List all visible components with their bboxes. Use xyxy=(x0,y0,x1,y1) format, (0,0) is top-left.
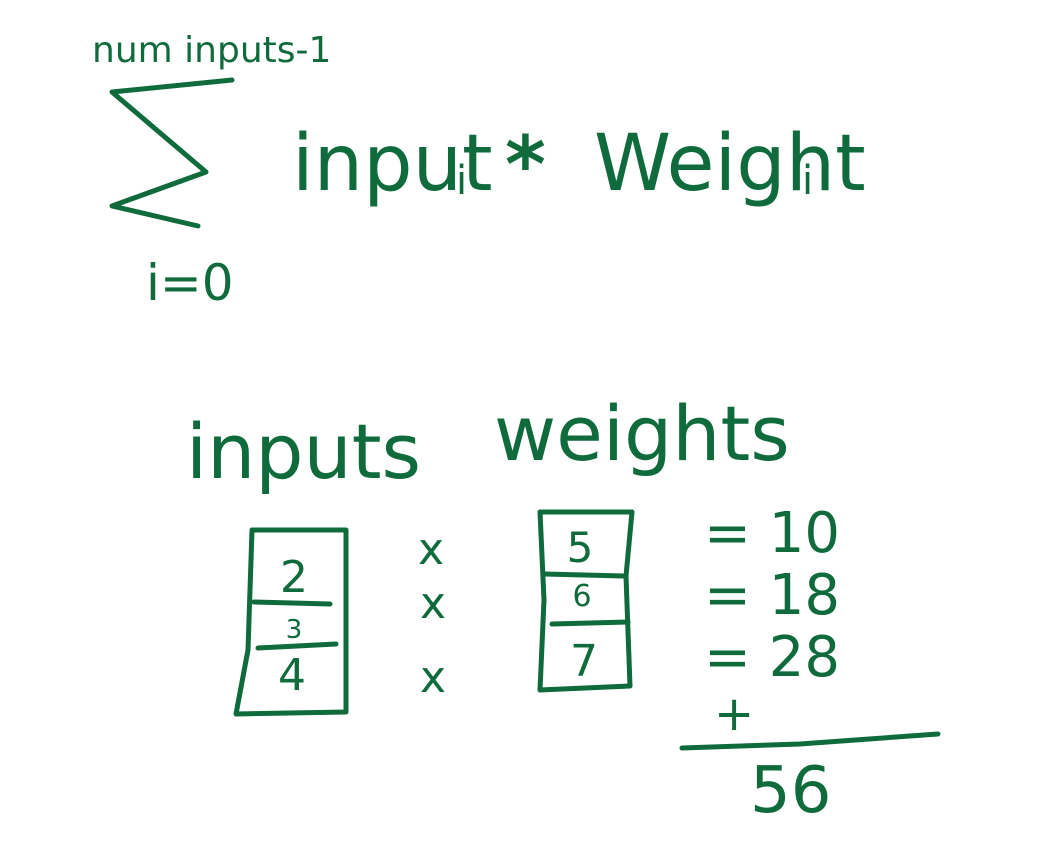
plus-sign: + xyxy=(714,686,754,742)
weights-vector-divider xyxy=(541,571,627,579)
inputs-label: inputs xyxy=(186,407,421,496)
multiply-sign: x xyxy=(420,578,446,629)
input-cell-value: 2 xyxy=(280,552,308,603)
weight-cell-value: 7 xyxy=(570,636,598,687)
whiteboard-canvas: num inputs-1 i=0 input i * Weight i inpu… xyxy=(92,30,941,828)
product-value: = 28 xyxy=(704,625,840,690)
product-value: = 10 xyxy=(704,501,840,566)
summation-formula: num inputs-1 i=0 input i * Weight i xyxy=(92,30,866,312)
weights-vector: 5 6 7 xyxy=(537,509,635,693)
input-cell-value: 3 xyxy=(286,615,303,645)
upper-limit-label: num inputs-1 xyxy=(92,30,331,71)
term-input-subscript: i xyxy=(456,158,467,204)
input-cell-value: 4 xyxy=(278,650,306,701)
multiply-operator: * xyxy=(505,121,546,211)
lower-limit-label: i=0 xyxy=(146,254,234,312)
weights-vector-divider xyxy=(549,619,631,627)
multiply-sign: x xyxy=(420,652,446,703)
sigma-symbol xyxy=(109,77,235,229)
total-value: 56 xyxy=(750,754,831,828)
term-weight: Weight xyxy=(594,119,866,209)
weights-label: weights xyxy=(494,389,790,478)
term-weight-subscript: i xyxy=(802,158,813,204)
inputs-vector: 2 3 4 xyxy=(233,527,349,717)
product-value: = 18 xyxy=(704,563,840,628)
weight-cell-value: 5 xyxy=(567,523,594,572)
multiply-sign: x xyxy=(418,524,444,575)
weight-cell-value: 6 xyxy=(572,579,591,614)
